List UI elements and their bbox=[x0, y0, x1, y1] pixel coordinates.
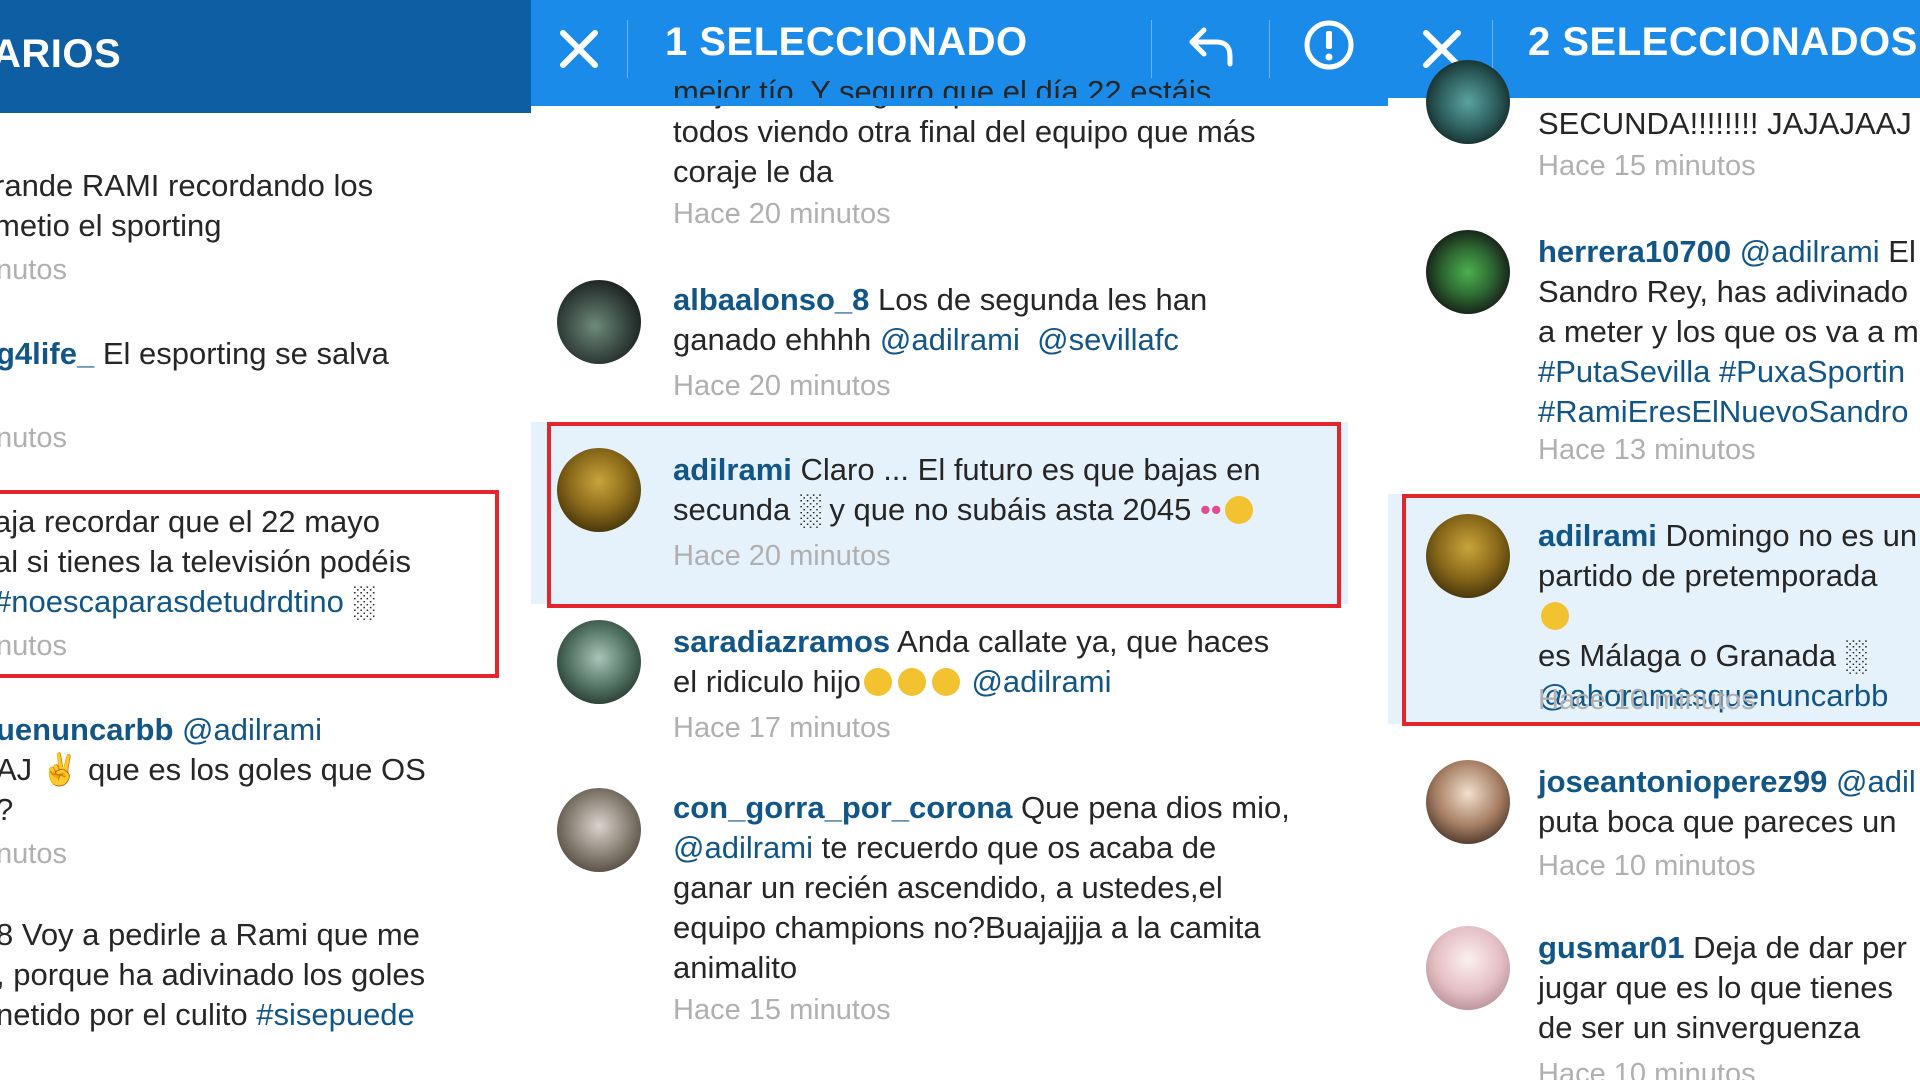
header-title: ARIOS bbox=[0, 32, 122, 76]
comment-item[interactable]: mejor tío. Y seguro que el día 22 estáis… bbox=[531, 74, 1388, 248]
emoji-dots: •• bbox=[1199, 492, 1222, 527]
comment-item[interactable]: SECUNDA!!!!!!!! JAJAJAAJ Hace 15 minutos bbox=[1388, 60, 1920, 218]
comment-username[interactable]: adilrami bbox=[1538, 518, 1657, 553]
comment-text: 8 Voy a pedirle a Rami que me , porque h… bbox=[0, 917, 426, 1032]
mention-link[interactable]: @adilrami bbox=[673, 830, 813, 865]
comment-item[interactable]: saradiazramos Anda callate ya, que haces… bbox=[531, 608, 1388, 778]
comment-text: uenuncarbb @adilrami AJ ✌ que es los gol… bbox=[0, 710, 426, 830]
comment-text: con_gorra_por_corona Que pena dios mio, … bbox=[673, 790, 1290, 985]
comment-username[interactable]: saradiazramos bbox=[673, 624, 890, 659]
comment-username[interactable]: adilrami bbox=[673, 452, 792, 487]
middle-panel: 1 SELECCIONADO mejor tío. Y seguro que e… bbox=[531, 0, 1388, 1080]
comment-item[interactable]: 8 Voy a pedirle a Rami que me , porque h… bbox=[0, 905, 531, 1080]
right-panel: 2 SELECCIONADOS SECUNDA!!!!!!!! JAJAJAAJ… bbox=[1388, 0, 1920, 1080]
user-avatar[interactable] bbox=[1426, 230, 1510, 314]
user-avatar[interactable] bbox=[1426, 60, 1510, 144]
mention-link[interactable]: @adilrami bbox=[880, 322, 1020, 357]
comment-username[interactable]: uenuncarbb bbox=[0, 712, 173, 747]
comment-item[interactable]: joseantonioperez99 @adil puta boca que p… bbox=[1388, 740, 1920, 900]
comment-time: nutos bbox=[0, 630, 67, 662]
comment-time: nutos bbox=[0, 422, 67, 454]
comment-item[interactable]: g4life_ El esporting se salva nutos bbox=[0, 320, 531, 460]
user-avatar[interactable] bbox=[557, 280, 641, 364]
comment-text: herrera10700 @adilrami El Sandro Rey, ha… bbox=[1538, 234, 1919, 429]
close-icon[interactable] bbox=[551, 21, 607, 77]
comment-time: Hace 20 minutos bbox=[673, 540, 891, 572]
comment-text: albaalonso_8 Los de segunda les han gana… bbox=[673, 282, 1208, 357]
comment-item[interactable]: gusmar01 Deja de dar per jugar que es lo… bbox=[1388, 910, 1920, 1080]
emoji-icon bbox=[931, 668, 960, 696]
comment-text: g4life_ El esporting se salva bbox=[0, 334, 389, 374]
hashtag-link[interactable]: #RamiEresElNuevoSandro bbox=[1538, 394, 1908, 429]
hashtag-link[interactable]: #PutaSevilla #PuxaSportin bbox=[1538, 354, 1905, 389]
reply-icon[interactable] bbox=[1183, 17, 1239, 73]
comment-text: mejor tío. Y seguro que el día 22 estáis… bbox=[673, 74, 1256, 189]
user-avatar[interactable] bbox=[1426, 760, 1510, 844]
comment-username[interactable]: joseantonioperez99 bbox=[1538, 764, 1827, 799]
comment-item[interactable]: rande RAMI recordando los metio el sport… bbox=[0, 150, 531, 290]
bar-divider bbox=[1269, 20, 1270, 78]
comment-text: SECUNDA!!!!!!!! JAJAJAAJ bbox=[1538, 106, 1912, 141]
comment-text: joseantonioperez99 @adil puta boca que p… bbox=[1538, 764, 1916, 839]
comment-text: aja recordar que el 22 mayo al si tienes… bbox=[0, 502, 411, 622]
comment-time: Hace 20 minutos bbox=[673, 370, 891, 402]
comment-time: nutos bbox=[0, 254, 67, 286]
comment-username[interactable]: gusmar01 bbox=[1538, 930, 1684, 965]
mention-link[interactable]: @adilrami bbox=[1731, 234, 1880, 269]
comment-item[interactable]: aja recordar que el 22 mayo al si tienes… bbox=[0, 490, 531, 675]
comment-username[interactable]: con_gorra_por_corona bbox=[673, 790, 1012, 825]
comment-username[interactable]: herrera10700 bbox=[1538, 234, 1731, 269]
comment-time: Hace 10 minutos bbox=[1538, 684, 1756, 716]
mention-link[interactable]: @sevillafc bbox=[1037, 322, 1179, 357]
selected-comment[interactable]: adilrami Domingo no es un partido de pre… bbox=[1388, 494, 1920, 724]
hashtag-link[interactable]: #sisepuede bbox=[256, 997, 415, 1032]
comment-item[interactable]: con_gorra_por_corona Que pena dios mio, … bbox=[531, 778, 1388, 1080]
user-avatar[interactable] bbox=[1426, 514, 1510, 598]
emoji-icon bbox=[1541, 602, 1569, 630]
user-avatar[interactable] bbox=[557, 788, 641, 872]
comment-time: Hace 15 minutos bbox=[1538, 150, 1756, 182]
comment-item[interactable]: uenuncarbb @adilrami AJ ✌ que es los gol… bbox=[0, 700, 531, 880]
comment-text: rande RAMI recordando los metio el sport… bbox=[0, 168, 374, 243]
comment-username[interactable]: albaalonso_8 bbox=[673, 282, 869, 317]
comment-time: nutos bbox=[0, 838, 67, 870]
comment-text: saradiazramos Anda callate ya, que haces… bbox=[673, 624, 1270, 699]
comment-text: gusmar01 Deja de dar per jugar que es lo… bbox=[1538, 930, 1907, 1045]
comment-time: Hace 17 minutos bbox=[673, 712, 891, 744]
mention-link[interactable]: @adilrami bbox=[182, 712, 322, 747]
comment-time: Hace 10 minutos bbox=[1538, 850, 1756, 882]
emoji-icon bbox=[1224, 496, 1253, 524]
mention-link[interactable]: @adil bbox=[1827, 764, 1916, 799]
bar-divider bbox=[1151, 20, 1152, 78]
left-panel: ARIOS rande RAMI recordando los metio el… bbox=[0, 0, 531, 1080]
user-avatar[interactable] bbox=[557, 448, 641, 532]
comment-item[interactable]: herrera10700 @adilrami El Sandro Rey, ha… bbox=[1388, 218, 1920, 488]
user-avatar[interactable] bbox=[1426, 926, 1510, 1010]
bar-shadow bbox=[531, 98, 1388, 106]
comment-time: Hace 10 minutos bbox=[1538, 1058, 1756, 1080]
comment-time: Hace 15 minutos bbox=[673, 994, 891, 1026]
comment-time: Hace 13 minutos bbox=[1538, 434, 1756, 466]
selection-count: 1 SELECCIONADO bbox=[665, 20, 1028, 64]
comment-text: adilrami Claro ... El futuro es que baja… bbox=[673, 452, 1261, 527]
hashtag-link[interactable]: #noescaparasdetudrdtino bbox=[0, 584, 344, 619]
comment-time: Hace 20 minutos bbox=[673, 198, 891, 230]
comments-header: ARIOS bbox=[0, 0, 531, 113]
selection-count: 2 SELECCIONADOS bbox=[1528, 20, 1918, 64]
comment-username[interactable]: g4life_ bbox=[0, 336, 94, 371]
selected-comment[interactable]: adilrami Claro ... El futuro es que baja… bbox=[531, 422, 1348, 604]
emoji-icon bbox=[897, 668, 926, 696]
comment-item[interactable]: albaalonso_8 Los de segunda les han gana… bbox=[531, 262, 1388, 422]
bar-divider bbox=[627, 20, 628, 78]
emoji-icon bbox=[863, 668, 892, 696]
mention-link[interactable]: @adilrami bbox=[971, 664, 1111, 699]
report-icon[interactable] bbox=[1301, 17, 1357, 73]
user-avatar[interactable] bbox=[557, 620, 641, 704]
